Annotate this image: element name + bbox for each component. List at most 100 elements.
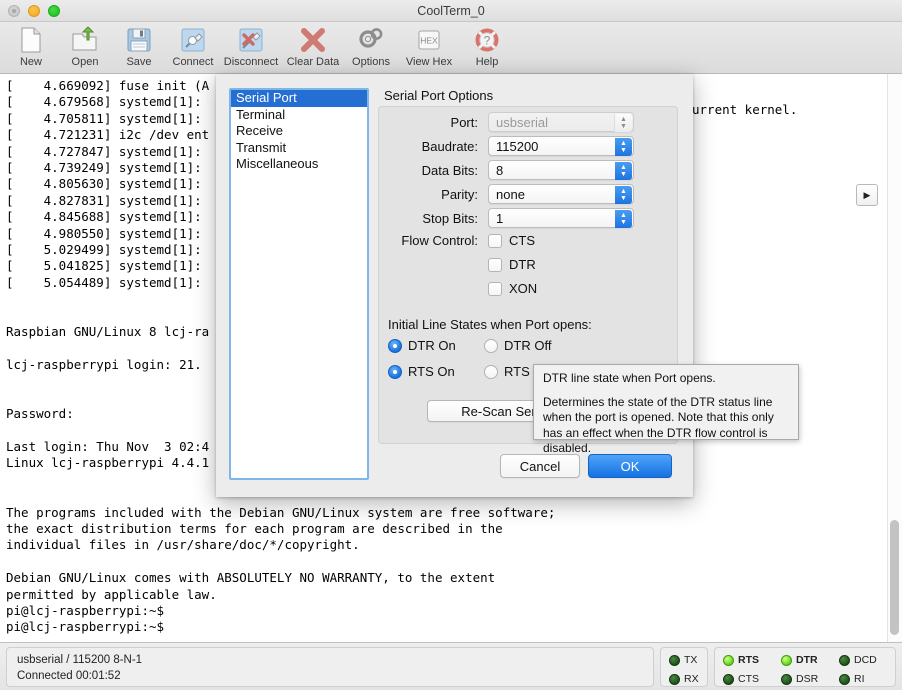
flow-control-label-row: Flow Control: — [384, 233, 478, 248]
led-label: DTR — [796, 654, 818, 666]
toolbar-button-help[interactable]: ? Help — [460, 22, 514, 74]
toolbar-button-save[interactable]: Save — [112, 22, 166, 74]
stepper-up-icon: ▲ — [620, 212, 627, 219]
terminal-scrollbar[interactable] — [887, 74, 902, 642]
flow-control-checkbox-dtr[interactable]: DTR — [488, 257, 536, 272]
scrollbar-thumb[interactable] — [890, 520, 899, 635]
stepper-up-icon: ▲ — [620, 116, 627, 123]
checkbox-box — [488, 233, 502, 248]
port-row: Port: usbserial ▲ ▼ — [384, 112, 634, 132]
floppy-disk-icon — [125, 25, 153, 55]
new-document-icon — [17, 25, 45, 55]
stepper-up-icon: ▲ — [620, 164, 627, 171]
led-cts: CTS — [723, 673, 759, 685]
connection-settings-text: usbserial / 115200 8-N-1 — [17, 654, 143, 666]
led-indicator — [669, 673, 680, 685]
baudrate-select[interactable]: 115200 ▲ ▼ — [488, 136, 634, 156]
checkbox-label: CTS — [509, 233, 535, 248]
category-item-terminal[interactable]: Terminal — [231, 107, 367, 124]
svg-text:HEX: HEX — [420, 36, 438, 46]
parity-label: Parity: — [441, 186, 478, 202]
led-ri: RI — [839, 673, 865, 685]
data-bits-select[interactable]: 8 ▲ ▼ — [488, 160, 634, 180]
led-dsr: DSR — [781, 673, 818, 685]
status-bar: usbserial / 115200 8-N-1 Connected 00:01… — [0, 642, 902, 690]
toolbar-button-label: View Hex — [405, 56, 453, 68]
toolbar-button-new[interactable]: New — [4, 22, 58, 74]
baudrate-stepper[interactable]: ▲ ▼ — [615, 138, 632, 156]
data-bits-label: Data Bits: — [421, 162, 478, 178]
parity-value: none — [496, 187, 525, 202]
stepper-down-icon: ▼ — [620, 219, 627, 226]
toolbar-button-label: Open — [71, 56, 99, 68]
led-label: DSR — [796, 673, 819, 685]
toolbar-button-view-hex[interactable]: HEX View Hex — [398, 22, 460, 74]
flow-control-checkbox-xon[interactable]: XON — [488, 281, 537, 296]
category-item-transmit[interactable]: Transmit — [231, 140, 367, 157]
coolterm-window: CoolTerm_0 New Open Save Connect Disconnect C… — [0, 0, 902, 690]
window-title: CoolTerm_0 — [417, 4, 485, 18]
flow-control-checkbox-cts[interactable]: CTS — [488, 233, 535, 248]
parity-stepper[interactable]: ▲ ▼ — [615, 186, 632, 204]
category-item-miscellaneous[interactable]: Miscellaneous — [231, 156, 367, 173]
category-item-receive[interactable]: Receive — [231, 123, 367, 140]
radio-dtr-off[interactable]: DTR Off — [484, 338, 551, 353]
radio-circle — [484, 338, 498, 353]
hex-box-icon: HEX — [415, 25, 443, 55]
options-category-list[interactable]: Serial Port Terminal Receive Transmit Miscel… — [229, 88, 369, 480]
led-rx: RX — [669, 673, 699, 685]
led-label: DCD — [854, 654, 877, 666]
tooltip-line-2: Determines the state of the DTR status l… — [543, 394, 774, 456]
led-group-modem-lines: RTS DTR DCD CTS DSR RI — [714, 647, 896, 687]
led-indicator — [839, 673, 850, 685]
radio-rts-on[interactable]: RTS On — [388, 364, 455, 379]
led-dtr: DTR — [781, 654, 818, 666]
data-bits-stepper[interactable]: ▲ ▼ — [615, 162, 632, 180]
toolbar-button-options[interactable]: Options — [344, 22, 398, 74]
port-expand-button[interactable]: ▶ — [856, 184, 878, 206]
toolbar-button-open[interactable]: Open — [58, 22, 112, 74]
toolbar-button-label: New — [19, 56, 42, 68]
cancel-button[interactable]: Cancel — [500, 454, 580, 478]
lifebuoy-question-icon: ? — [473, 25, 501, 55]
radio-label: DTR Off — [504, 338, 552, 353]
stop-bits-value: 1 — [496, 211, 504, 226]
baudrate-value: 115200 — [496, 139, 539, 154]
dtr-tooltip: DTR line state when Port opens. Determin… — [533, 364, 799, 455]
toolbar-button-label: Disconnect — [223, 56, 279, 68]
ok-button[interactable]: OK — [588, 454, 672, 478]
toolbar: New Open Save Connect Disconnect Clear Data Op… — [0, 22, 902, 74]
tooltip-line-1: DTR line state when Port opens. — [543, 371, 716, 385]
stop-bits-stepper[interactable]: ▲ ▼ — [615, 210, 632, 228]
led-indicator — [669, 654, 680, 666]
led-indicator — [723, 673, 734, 685]
port-value: usbserial — [496, 115, 549, 130]
terminal-text-right-fragment: urrent kernel. — [692, 102, 798, 117]
stop-bits-select[interactable]: 1 ▲ ▼ — [488, 208, 634, 228]
checkbox-label: DTR — [509, 257, 536, 272]
led-label: TX — [684, 654, 698, 666]
stepper-down-icon: ▼ — [620, 195, 627, 202]
category-item-serial-port[interactable]: Serial Port — [231, 90, 367, 107]
led-tx: TX — [669, 654, 697, 666]
radio-circle — [388, 338, 402, 353]
led-label: RX — [684, 673, 699, 685]
stop-bits-label: Stop Bits: — [422, 210, 478, 226]
led-indicator — [723, 654, 734, 666]
led-group-txrx: TX RX — [660, 647, 708, 687]
toolbar-button-clear-data[interactable]: Clear Data — [282, 22, 344, 74]
port-stepper[interactable]: ▲ ▼ — [614, 114, 632, 132]
parity-select[interactable]: none ▲ ▼ — [488, 184, 634, 204]
radio-label: RTS On — [408, 364, 455, 379]
led-rts: RTS — [723, 654, 759, 666]
connection-info-box: usbserial / 115200 8-N-1 Connected 00:01… — [6, 647, 654, 687]
port-select[interactable]: usbserial ▲ ▼ — [488, 112, 634, 132]
toolbar-button-connect[interactable]: Connect — [166, 22, 220, 74]
radio-dtr-on[interactable]: DTR On — [388, 338, 456, 353]
flow-control-label: Flow Control: — [401, 233, 478, 248]
title-bar: CoolTerm_0 — [0, 0, 902, 22]
plug-disconnect-icon — [237, 25, 265, 55]
led-label: RI — [854, 673, 865, 685]
toolbar-button-disconnect[interactable]: Disconnect — [220, 22, 282, 74]
led-indicator — [839, 654, 850, 666]
